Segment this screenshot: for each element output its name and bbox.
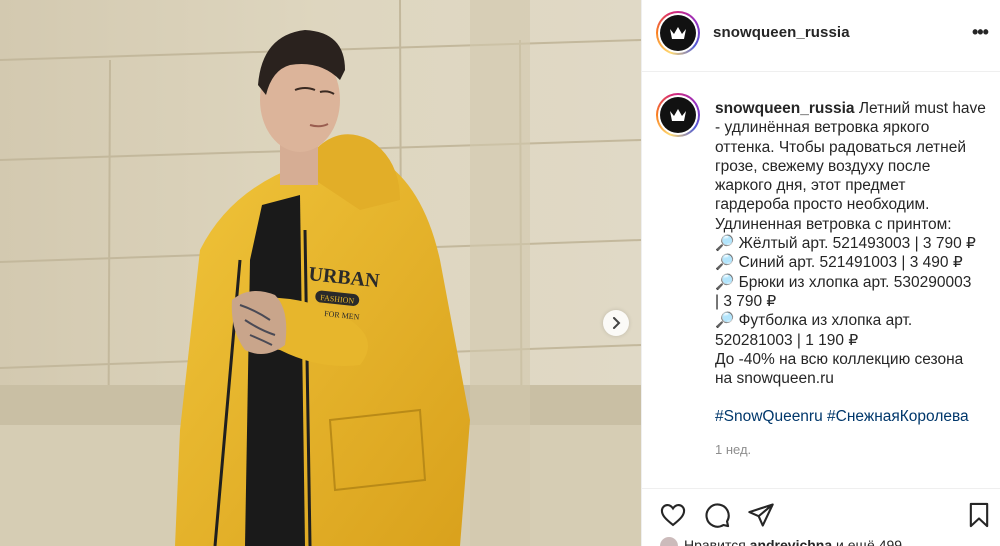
caption-line: на snowqueen.ru xyxy=(715,370,834,388)
chevron-right-icon xyxy=(613,317,621,329)
caption-line: 🔎 Брюки из хлопка арт. 530290003 xyxy=(715,273,972,291)
like-button[interactable] xyxy=(659,501,687,529)
crown-icon xyxy=(670,109,686,121)
likes-suffix[interactable]: и ещё 499 xyxy=(836,537,902,546)
caption-line: 🔎 Жёлтый арт. 521493003 | 3 790 ₽ xyxy=(715,235,976,253)
caption-username[interactable]: snowqueen_russia xyxy=(715,100,855,117)
caption-line: Удлиненная ветровка с принтом: xyxy=(715,215,952,233)
likes-prefix: Нравится xyxy=(684,537,746,546)
action-bar: Нравится andrevichna и ещё 499 xyxy=(642,488,1000,546)
caption-line: 🔎 Синий арт. 521491003 | 3 490 ₽ xyxy=(715,254,963,272)
caption-avatar[interactable] xyxy=(656,93,700,137)
post-caption: snowqueen_russia Летний must have - удли… xyxy=(715,99,999,427)
caption-line: грозе, свежему воздуху после xyxy=(715,157,931,175)
caption-line: | 3 790 ₽ xyxy=(715,292,777,310)
save-button[interactable] xyxy=(965,501,993,529)
caption-line: 🔎 Футболка из хлопка арт. xyxy=(715,312,913,330)
comment-icon xyxy=(705,503,730,528)
post-side-panel: snowqueen_russia ••• snowqueen_russia Ле… xyxy=(641,0,1000,546)
heart-icon xyxy=(660,504,686,527)
share-button[interactable] xyxy=(747,501,775,529)
post-photo[interactable]: URBAN FASHION FOR MEN xyxy=(0,0,641,546)
next-image-button[interactable] xyxy=(603,310,629,336)
post-timestamp[interactable]: 1 нед. xyxy=(715,442,751,457)
avatar[interactable] xyxy=(656,11,700,55)
caption-area: snowqueen_russia Летний must have - удли… xyxy=(642,73,1000,488)
caption-hashtags[interactable]: #SnowQueenru #СнежнаяКоролева xyxy=(715,407,999,426)
caption-line: 520281003 | 1 190 ₽ xyxy=(715,331,859,349)
more-options-button[interactable]: ••• xyxy=(972,22,989,43)
caption-line: До -40% на всю коллекцию сезона xyxy=(715,350,964,368)
comment-button[interactable] xyxy=(703,501,731,529)
post-header: snowqueen_russia ••• xyxy=(642,0,1000,72)
caption-line: - удлинённая ветровка яркого xyxy=(715,119,930,137)
likes-summary: Нравится andrevichna и ещё 499 xyxy=(660,537,902,546)
liker-avatar[interactable] xyxy=(660,537,678,546)
author-username[interactable]: snowqueen_russia xyxy=(713,24,850,41)
paper-plane-icon xyxy=(748,503,774,527)
caption-line: гардероба просто необходим. xyxy=(715,196,930,214)
crown-icon xyxy=(670,27,686,39)
bookmark-icon xyxy=(969,502,989,528)
photo-illustration: URBAN FASHION FOR MEN xyxy=(0,0,641,546)
likes-user[interactable]: andrevichna xyxy=(750,537,832,546)
caption-line: оттенка. Чтобы радоваться летней xyxy=(715,138,966,156)
caption-line: жаркого дня, этот предмет xyxy=(715,177,906,195)
caption-line: Летний must have xyxy=(858,100,986,117)
